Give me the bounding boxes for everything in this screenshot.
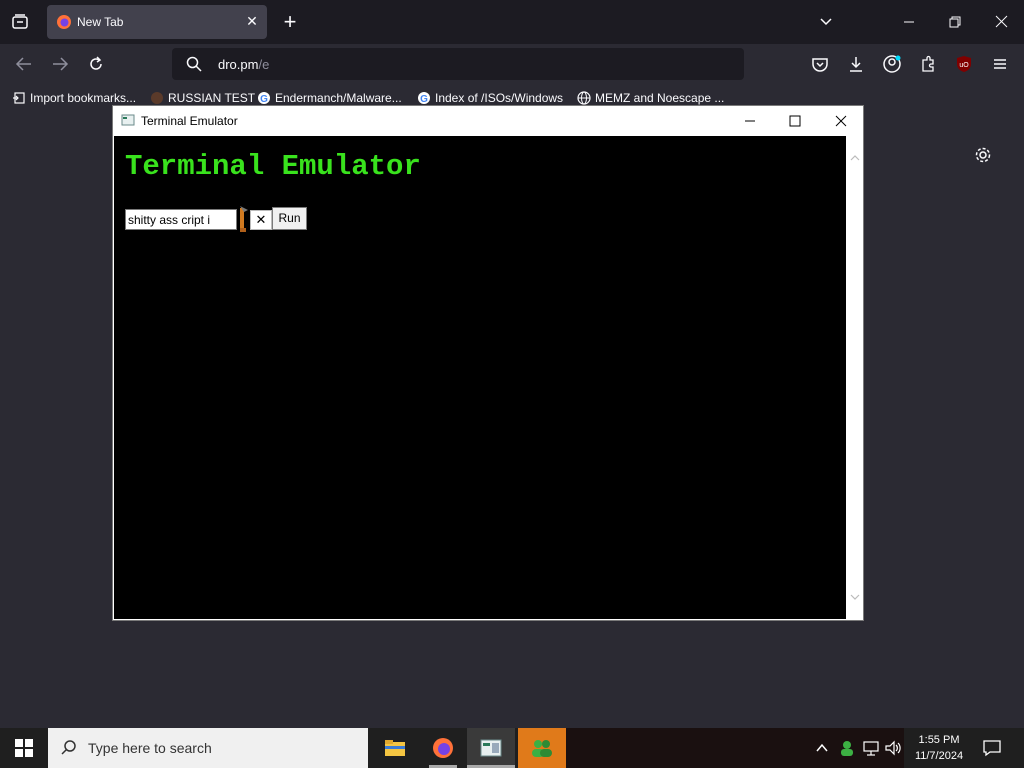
user-tray-icon[interactable]	[838, 739, 856, 757]
terminal-heading: Terminal Emulator	[125, 150, 421, 183]
search-placeholder: Type here to search	[88, 740, 212, 756]
bookmark-russian-test[interactable]: RUSSIAN TEST	[150, 91, 255, 105]
url-path: /e	[258, 57, 270, 72]
gear-icon[interactable]	[973, 145, 993, 165]
bookmark-label: RUSSIAN TEST	[168, 91, 256, 105]
forward-icon[interactable]	[50, 54, 70, 74]
minimize-icon[interactable]	[741, 112, 759, 130]
reload-icon[interactable]	[86, 54, 106, 74]
back-icon[interactable]	[14, 54, 34, 74]
windows-start-icon[interactable]	[14, 738, 34, 758]
chevron-down-icon[interactable]	[816, 12, 836, 32]
windows-taskbar: Type here to search 1:55 PM 11/7/2024	[0, 728, 1024, 768]
terminal-emulator-window: Terminal Emulator Terminal Emulator ✕ Ru…	[112, 105, 864, 621]
bookmark-label: Index of /ISOs/Windows	[435, 91, 564, 105]
browser-tab-strip: New Tab ✕ +	[0, 0, 1024, 44]
firefox-icon	[56, 14, 72, 30]
clear-input-button[interactable]: ✕	[250, 210, 272, 230]
taskbar-search-box[interactable]: Type here to search	[48, 728, 368, 768]
bookmark-label: Import bookmarks...	[30, 91, 137, 105]
new-tab-icon[interactable]: +	[280, 10, 300, 34]
taskbar-terminal-emulator[interactable]	[467, 728, 515, 768]
svg-text:uO: uO	[959, 62, 969, 69]
minimize-icon[interactable]	[900, 12, 920, 32]
clock-date: 11/7/2024	[914, 750, 964, 762]
taskbar-file-explorer[interactable]	[371, 728, 419, 768]
extensions-icon[interactable]	[918, 54, 938, 74]
url-text: dro.pm/e	[218, 57, 269, 72]
close-tab-icon[interactable]: ✕	[245, 14, 259, 28]
close-icon[interactable]	[992, 12, 1012, 32]
app-window-icon	[121, 113, 135, 127]
import-icon	[12, 91, 26, 105]
notification-icon[interactable]	[982, 739, 1002, 757]
window-titlebar[interactable]: Terminal Emulator	[113, 106, 863, 136]
vertical-scrollbar[interactable]	[847, 136, 863, 619]
chevron-up-icon[interactable]	[850, 152, 860, 162]
tab-list-icon[interactable]	[8, 10, 32, 34]
users-icon	[530, 737, 554, 759]
bookmark-memz[interactable]: MEMZ and Noescape ...	[577, 91, 724, 105]
close-icon[interactable]	[832, 112, 850, 130]
bookmark-isos-windows[interactable]: G Index of /ISOs/Windows	[417, 91, 563, 105]
tab-new-tab[interactable]: New Tab ✕	[47, 5, 267, 39]
tab-title: New Tab	[77, 15, 124, 29]
command-input[interactable]	[125, 209, 237, 230]
menu-icon[interactable]	[990, 54, 1010, 74]
bookmark-label: MEMZ and Noescape ...	[595, 91, 725, 105]
globe-icon	[577, 91, 591, 105]
account-icon[interactable]	[882, 54, 902, 74]
globe-dark-icon	[150, 91, 164, 105]
run-button[interactable]: Run	[272, 207, 307, 230]
app-window-icon	[480, 738, 502, 758]
download-icon[interactable]	[846, 54, 866, 74]
taskbar-firefox[interactable]	[419, 728, 467, 768]
pocket-icon[interactable]	[810, 54, 830, 74]
search-icon	[186, 56, 202, 72]
svg-text:G: G	[420, 94, 428, 105]
browser-nav-bar: dro.pm/e uO	[0, 44, 1024, 84]
maximize-icon[interactable]	[786, 112, 804, 130]
folder-icon	[384, 738, 406, 758]
url-bar[interactable]: dro.pm/e	[172, 48, 744, 80]
search-icon	[60, 739, 78, 757]
volume-icon[interactable]	[884, 739, 902, 757]
bookmark-endermanch[interactable]: G Endermanch/Malware...	[257, 91, 402, 105]
clock-time: 1:55 PM	[918, 734, 960, 746]
ublock-icon[interactable]: uO	[954, 54, 974, 74]
google-icon: G	[417, 91, 431, 105]
bookmark-import[interactable]: Import bookmarks...	[12, 91, 136, 105]
bookmark-label: Endermanch/Malware...	[275, 91, 402, 105]
terminal-body: Terminal Emulator ✕ Run	[114, 136, 846, 619]
chevron-up-icon[interactable]	[814, 740, 830, 756]
taskbar-users-app[interactable]	[518, 728, 566, 768]
network-icon[interactable]	[862, 739, 880, 757]
restore-icon[interactable]	[946, 12, 966, 32]
firefox-icon	[432, 737, 454, 759]
google-icon: G	[257, 91, 271, 105]
chevron-down-icon[interactable]	[850, 591, 860, 601]
svg-text:G: G	[260, 94, 268, 105]
window-title: Terminal Emulator	[141, 114, 238, 128]
url-host: dro.pm	[218, 57, 259, 72]
taskbar-clock[interactable]: 1:55 PM 11/7/2024	[908, 732, 970, 764]
